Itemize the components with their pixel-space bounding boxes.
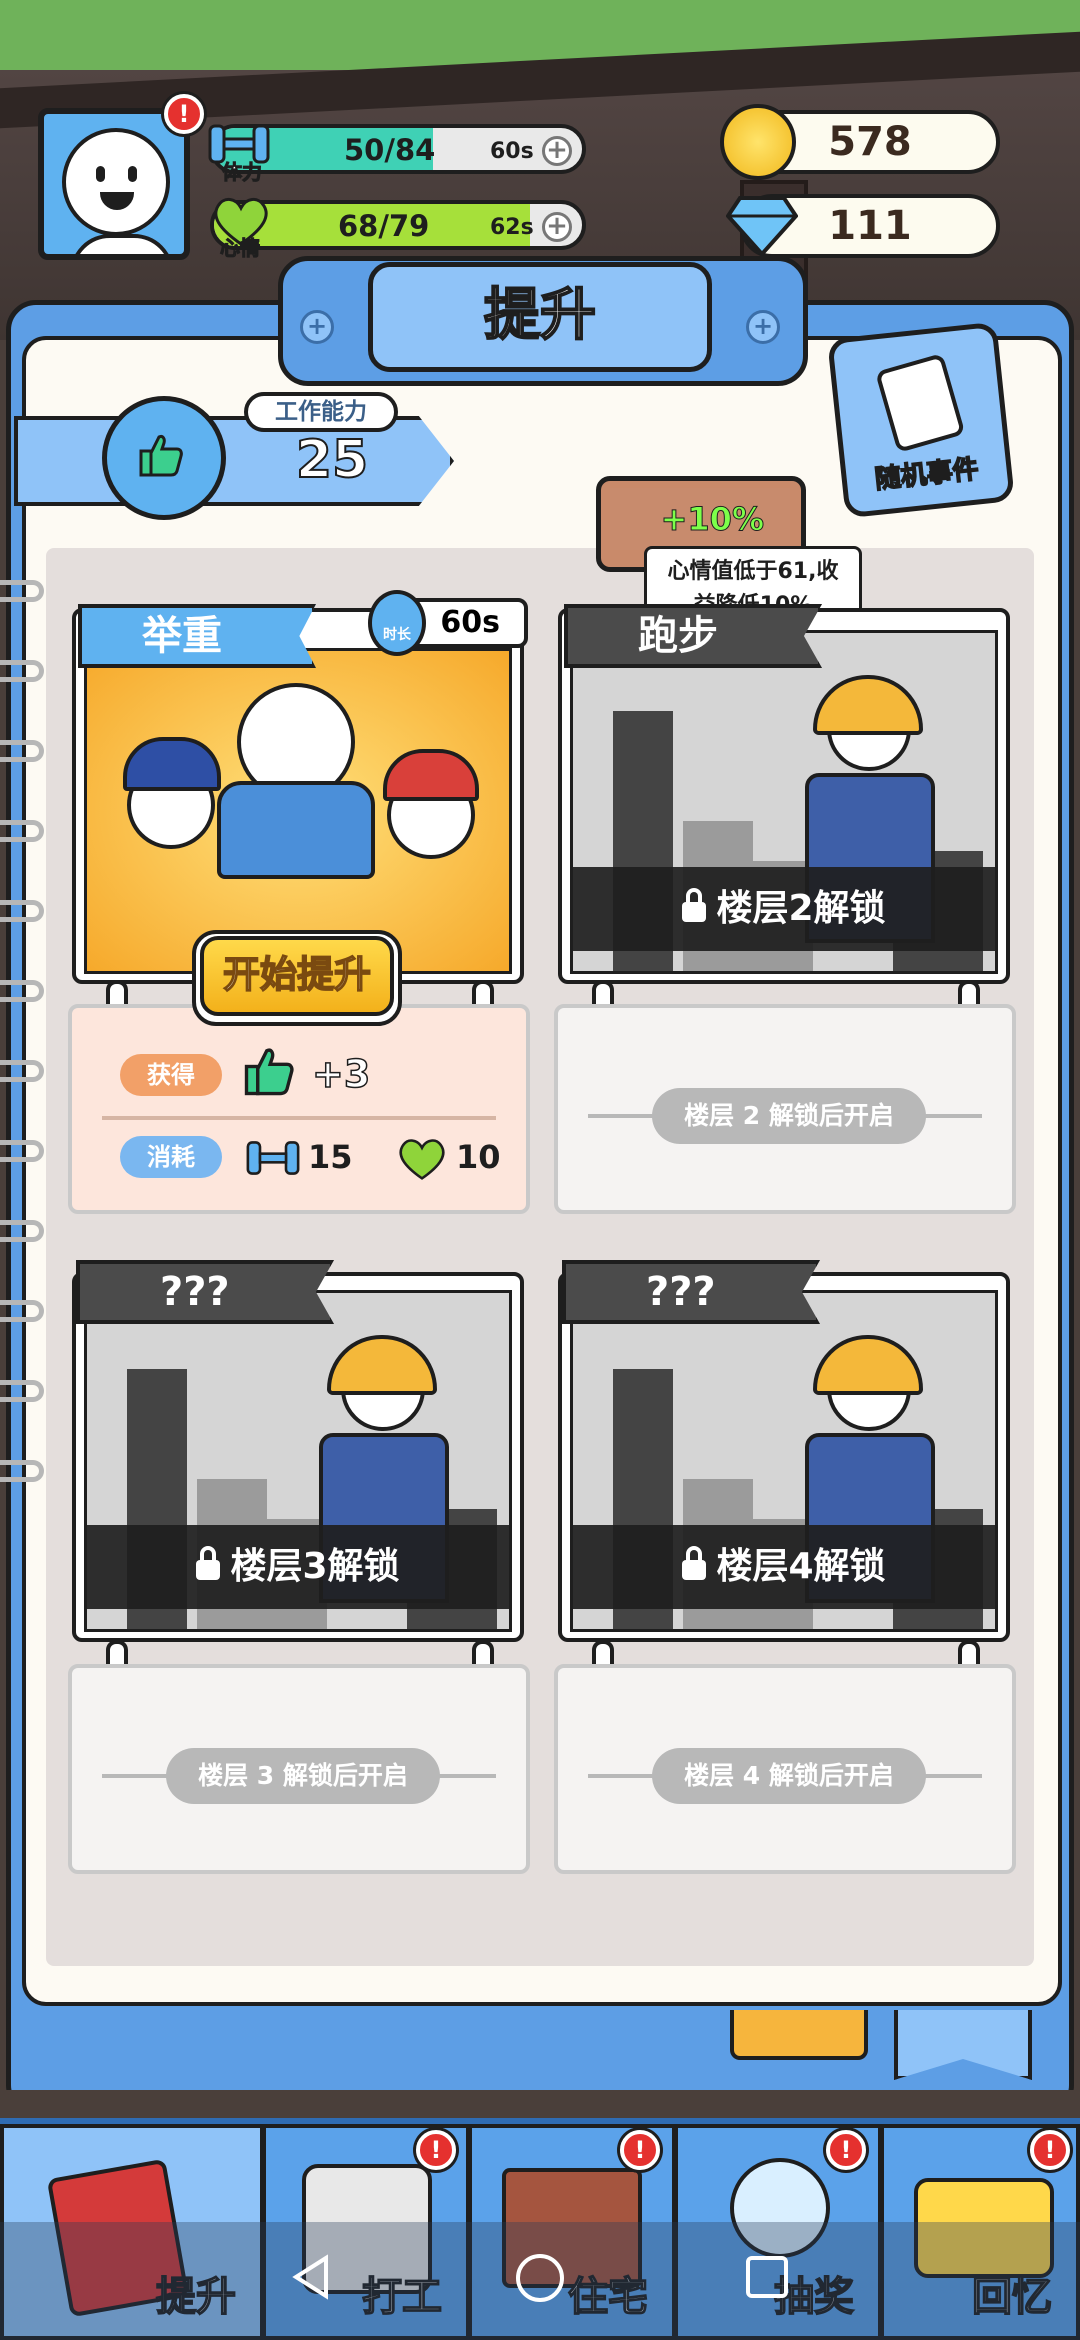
unlock-hint: 楼层 2 解锁后开启 xyxy=(652,1088,926,1144)
spiral-ring xyxy=(0,740,44,762)
thumbs-up-icon xyxy=(244,1048,294,1096)
back-icon[interactable] xyxy=(288,2252,338,2302)
spiral-ring xyxy=(0,660,44,682)
screw-icon: + xyxy=(300,310,334,344)
avatar-face xyxy=(62,128,170,236)
gain-label: 获得 xyxy=(120,1054,222,1096)
lock-icon xyxy=(196,1546,221,1580)
ability-label: 工作能力 xyxy=(244,392,398,432)
card-title: ??? xyxy=(160,1269,230,1315)
stamina-label: 体力 xyxy=(222,160,263,185)
mood-value: 68/79 xyxy=(338,209,430,243)
locked-illustration: 楼层4解锁 xyxy=(570,1290,998,1632)
ability-badge xyxy=(102,396,226,520)
spiral-ring xyxy=(0,1140,44,1162)
spiral-ring xyxy=(0,820,44,842)
card-title: ??? xyxy=(646,1269,716,1315)
unlock-hint: 楼层 4 解锁后开启 xyxy=(652,1748,926,1804)
tab-lottery-alert: ! xyxy=(826,2130,866,2170)
tab-work-alert: ! xyxy=(416,2130,456,2170)
player-avatar[interactable] xyxy=(38,108,190,260)
lock-banner: 楼层2解锁 xyxy=(573,867,995,951)
thumbs-up-icon xyxy=(139,435,183,477)
start-upgrade-button[interactable]: 开始提升 xyxy=(200,936,394,1016)
duration-label: 时长 xyxy=(383,627,411,643)
spiral-ring xyxy=(0,580,44,602)
lock-banner: 楼层3解锁 xyxy=(87,1525,509,1609)
locked-info-sheet: 楼层 3 解锁后开启 xyxy=(68,1664,530,1874)
locked-info-sheet: 楼层 4 解锁后开启 xyxy=(554,1664,1016,1874)
card-title-tag: 举重 xyxy=(78,604,316,668)
lock-icon xyxy=(682,1546,707,1580)
stamina-timer: 60s xyxy=(490,139,534,164)
card-title-tag: 跑步 xyxy=(564,604,822,668)
cost-mood: 10 xyxy=(456,1138,501,1176)
reward-sheet: 获得 +3 消耗 15 10 xyxy=(68,1004,530,1214)
spiral-ring xyxy=(0,980,44,1002)
card-title-tag: ??? xyxy=(562,1260,820,1324)
page-bookmark-yellow[interactable] xyxy=(730,2010,868,2060)
stamina-value: 50/84 xyxy=(344,133,436,167)
stopwatch-icon: 时长 xyxy=(368,590,426,656)
mood-tip-line1: 心情值低于61,收 xyxy=(667,559,839,584)
card-title: 跑步 xyxy=(638,613,718,659)
locked-illustration: 楼层2解锁 xyxy=(570,630,998,974)
mood-bonus-value: +10% xyxy=(610,488,790,550)
card-title-tag: ??? xyxy=(76,1260,334,1324)
locked-illustration: 楼层3解锁 xyxy=(84,1290,512,1632)
ability-value: 25 xyxy=(295,429,369,491)
spiral-ring xyxy=(0,1460,44,1482)
tab-home-alert: ! xyxy=(620,2130,660,2170)
page-title: 提升 xyxy=(368,262,712,372)
lock-text: 楼层3解锁 xyxy=(230,1546,400,1587)
spiral-ring xyxy=(0,900,44,922)
lock-banner: 楼层4解锁 xyxy=(573,1525,995,1609)
spiral-ring xyxy=(0,1220,44,1242)
system-nav-bar xyxy=(0,2222,1080,2340)
weightlift-illustration xyxy=(84,648,512,974)
locked-info-sheet: 楼层 2 解锁后开启 xyxy=(554,1004,1016,1214)
home-icon[interactable] xyxy=(514,2252,566,2304)
heart-icon xyxy=(399,1139,445,1180)
notepad-icon xyxy=(874,352,966,454)
random-event-button[interactable]: 随机事件 xyxy=(827,321,1015,519)
gain-value: +3 xyxy=(311,1051,371,1097)
lock-text: 楼层2解锁 xyxy=(716,888,886,929)
unlock-hint: 楼层 3 解锁后开启 xyxy=(166,1748,440,1804)
cost-label: 消耗 xyxy=(120,1136,222,1178)
spiral-ring xyxy=(0,1380,44,1402)
lock-icon xyxy=(682,888,707,922)
mood-timer: 62s xyxy=(490,215,534,240)
divider xyxy=(102,1116,496,1120)
lock-text: 楼层4解锁 xyxy=(716,1546,886,1587)
recent-apps-icon[interactable] xyxy=(742,2252,792,2302)
random-event-label: 随机事件 xyxy=(873,454,981,496)
cost-stamina: 15 xyxy=(308,1138,353,1176)
diamond-icon xyxy=(726,196,798,257)
mood-label: 心情 xyxy=(220,236,261,261)
screw-icon: + xyxy=(746,310,780,344)
dumbbell-icon xyxy=(246,1141,300,1175)
avatar-alert-badge: ! xyxy=(164,94,204,134)
coin-icon xyxy=(720,104,796,180)
spiral-ring xyxy=(0,1060,44,1082)
stamina-plus-button[interactable]: + xyxy=(542,136,572,166)
spiral-ring xyxy=(0,1300,44,1322)
card-title: 举重 xyxy=(142,613,222,659)
mood-plus-button[interactable]: + xyxy=(542,212,572,242)
tab-memories-alert: ! xyxy=(1030,2130,1070,2170)
